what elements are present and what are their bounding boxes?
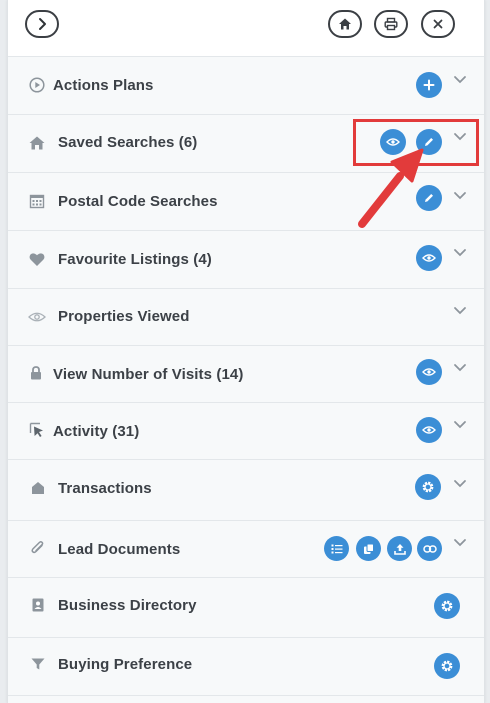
section-properties-viewed[interactable]: Properties Viewed bbox=[8, 289, 484, 346]
upload-document-button[interactable] bbox=[387, 536, 412, 561]
transactions-settings-button[interactable] bbox=[415, 474, 441, 500]
play-circle-icon bbox=[28, 76, 46, 94]
section-label: Business Directory bbox=[58, 597, 197, 614]
list-icon bbox=[331, 544, 342, 553]
section-label: Lead Documents bbox=[58, 541, 181, 558]
gear-icon bbox=[422, 481, 434, 493]
paperclip-icon bbox=[29, 539, 47, 557]
section-activity[interactable]: Activity (31) bbox=[8, 403, 484, 460]
cursor-icon bbox=[28, 421, 46, 439]
list-documents-button[interactable] bbox=[324, 536, 349, 561]
print-icon bbox=[384, 17, 398, 31]
chevron-down-icon[interactable] bbox=[452, 247, 468, 259]
gear-icon bbox=[441, 600, 453, 612]
eye-icon bbox=[422, 254, 436, 262]
eye-icon bbox=[28, 308, 46, 326]
chevron-down-icon[interactable] bbox=[452, 74, 468, 86]
view-favourite-listings-button[interactable] bbox=[416, 245, 442, 271]
section-actions-plans[interactable]: Actions Plans bbox=[8, 57, 484, 115]
section-number-of-visits[interactable]: View Number of Visits (14) bbox=[8, 346, 484, 403]
section-label: Activity (31) bbox=[53, 423, 140, 440]
section-label: View Number of Visits (14) bbox=[53, 366, 244, 383]
section-label: Buying Preference bbox=[58, 656, 193, 673]
chevron-down-icon[interactable] bbox=[452, 537, 468, 549]
view-activity-button[interactable] bbox=[416, 417, 442, 443]
section-favourite-listings[interactable]: Favourite Listings (4) bbox=[8, 231, 484, 289]
section-label: Postal Code Searches bbox=[58, 193, 218, 210]
section-buying-preference[interactable]: Buying Preference bbox=[8, 638, 484, 696]
home-button[interactable] bbox=[328, 10, 362, 38]
filter-icon bbox=[29, 655, 47, 673]
copy-documents-button[interactable] bbox=[356, 536, 381, 561]
home-icon bbox=[339, 18, 351, 30]
chevron-right-icon bbox=[39, 18, 46, 30]
annotation-arrow-icon bbox=[358, 148, 424, 228]
section-business-directory[interactable]: Business Directory bbox=[8, 578, 484, 638]
copy-icon bbox=[363, 543, 374, 554]
link-icon bbox=[422, 544, 437, 553]
link-document-button[interactable] bbox=[417, 536, 442, 561]
print-button[interactable] bbox=[374, 10, 408, 38]
eye-icon bbox=[422, 426, 436, 434]
plus-icon bbox=[423, 79, 435, 91]
section-label: Properties Viewed bbox=[58, 308, 190, 325]
lock-icon bbox=[27, 364, 45, 382]
upload-icon bbox=[393, 543, 406, 555]
section-lead-documents[interactable]: Lead Documents bbox=[8, 521, 484, 578]
calendar-icon bbox=[28, 192, 46, 210]
home-icon bbox=[28, 134, 46, 152]
chevron-down-icon[interactable] bbox=[452, 419, 468, 431]
expand-panel-button[interactable] bbox=[25, 10, 59, 38]
section-label: Favourite Listings (4) bbox=[58, 251, 212, 268]
view-number-of-visits-button[interactable] bbox=[416, 359, 442, 385]
close-icon bbox=[433, 19, 443, 29]
buying-preference-settings-button[interactable] bbox=[434, 653, 460, 679]
house-shape-icon bbox=[29, 479, 47, 497]
contact-card-icon bbox=[29, 596, 47, 614]
section-label: Actions Plans bbox=[53, 77, 154, 94]
lead-details-panel: Actions Plans Saved Searches (6) Postal … bbox=[7, 0, 485, 703]
chevron-down-icon[interactable] bbox=[452, 362, 468, 374]
chevron-down-icon[interactable] bbox=[452, 478, 468, 490]
chevron-down-icon[interactable] bbox=[452, 190, 468, 202]
section-transactions[interactable]: Transactions bbox=[8, 460, 484, 521]
panel-toolbar bbox=[8, 0, 484, 57]
heart-icon bbox=[28, 250, 46, 268]
gear-icon bbox=[441, 660, 453, 672]
eye-icon bbox=[422, 368, 436, 376]
close-button[interactable] bbox=[421, 10, 455, 38]
section-label: Transactions bbox=[58, 480, 152, 497]
business-directory-settings-button[interactable] bbox=[434, 593, 460, 619]
section-label: Saved Searches (6) bbox=[58, 134, 198, 151]
chevron-down-icon[interactable] bbox=[452, 305, 468, 317]
add-action-plan-button[interactable] bbox=[416, 72, 442, 98]
